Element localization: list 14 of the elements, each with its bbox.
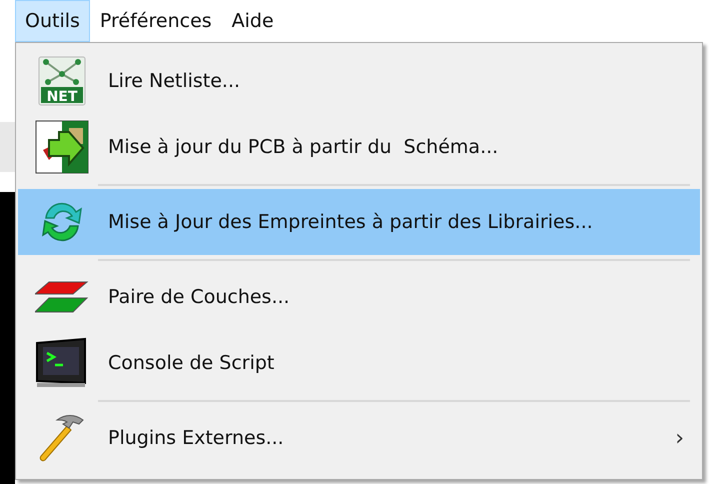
menu-item[interactable]: Console de Script [18,330,700,396]
menu-item[interactable]: NET Lire Netliste... [18,48,700,114]
menu-item[interactable]: Paire de Couches... [18,264,700,330]
layers-icon [35,280,89,314]
netlist-icon: NET [38,56,86,106]
board-update-icon [35,120,89,174]
terminal-icon [35,337,89,389]
menu-item[interactable]: Mise à Jour des Empreintes à partir des Librairies... [18,189,700,255]
menu-title[interactable]: Aide [222,0,284,42]
menu-item[interactable]: Mise à jour du PCB à partir du Schéma... [18,114,700,180]
menu-title[interactable]: Outils [15,0,90,42]
menu-item[interactable]: Plugins Externes... › [18,405,700,471]
submenu-arrow-icon: › [675,422,690,454]
menu-title[interactable]: Préférences [90,0,222,42]
